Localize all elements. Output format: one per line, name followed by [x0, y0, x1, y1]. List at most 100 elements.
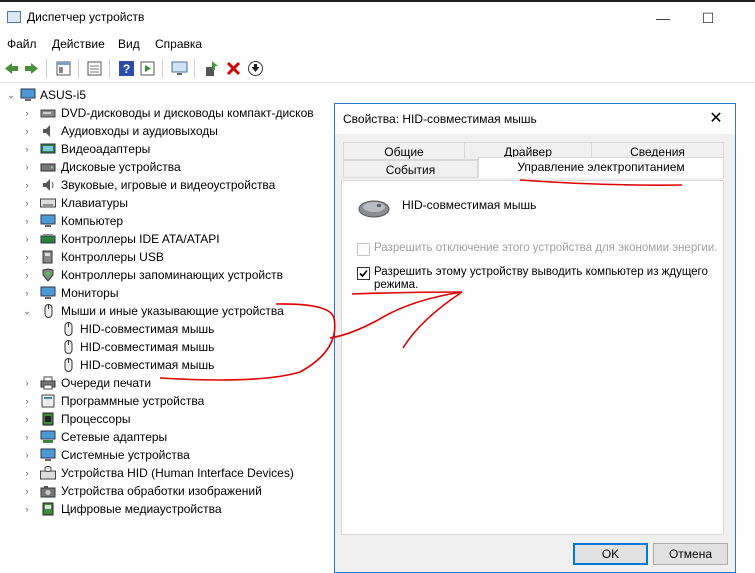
tree-item-mice[interactable]: ⌄ Мыши и иные указывающие устройства — [0, 302, 330, 320]
media-device-icon — [42, 502, 54, 516]
tree-item-label: Клавиатуры — [61, 196, 128, 210]
software-device-icon — [41, 394, 55, 408]
chevron-right-icon[interactable]: › — [22, 104, 32, 122]
title-bar: Диспетчер устройств — ☐ — [0, 2, 755, 33]
chevron-right-icon[interactable]: › — [22, 392, 32, 410]
tree-item-keyboards[interactable]: › Клавиатуры — [0, 194, 330, 212]
chevron-right-icon[interactable]: › — [22, 446, 32, 464]
download-driver-icon[interactable] — [247, 60, 264, 77]
tree-item-label: Устройства обработки изображений — [61, 484, 262, 498]
network-adapter-icon — [40, 430, 56, 443]
tree-item-computer[interactable]: › Компьютер — [0, 212, 330, 230]
tree-item-label: Сетевые адаптеры — [61, 430, 168, 444]
menu-file[interactable]: Файл — [7, 37, 37, 51]
tree-item-digital-media[interactable]: › Цифровые медиаустройства — [0, 500, 330, 518]
chevron-right-icon[interactable]: › — [22, 500, 32, 518]
chevron-right-icon[interactable]: › — [22, 464, 32, 482]
properties-icon[interactable] — [55, 60, 72, 77]
keyboard-icon — [40, 198, 56, 208]
tree-item-label: Дисковые устройства — [61, 160, 181, 174]
chevron-down-icon[interactable]: ⌄ — [6, 86, 16, 104]
chevron-right-icon[interactable]: › — [22, 122, 32, 140]
tree-item-usb[interactable]: › Контроллеры USB — [0, 248, 330, 266]
printer-icon — [40, 376, 56, 390]
update-list-icon[interactable] — [86, 60, 103, 77]
dialog-title-bar: Свойства: HID-совместимая мышь ✕ — [335, 104, 735, 134]
tab-events[interactable]: События — [343, 160, 478, 178]
usb-icon — [42, 250, 53, 264]
chevron-right-icon[interactable]: › — [22, 374, 32, 392]
chevron-right-icon[interactable]: › — [22, 176, 32, 194]
cancel-button[interactable]: Отмена — [653, 543, 728, 565]
tree-child-hid-mouse[interactable]: HID-совместимая мышь — [0, 320, 330, 338]
tree-item-print-queues[interactable]: › Очереди печати — [0, 374, 330, 392]
menu-bar: Файл Действие Вид Справка — [0, 34, 755, 54]
tree-child-hid-mouse[interactable]: HID-совместимая мышь — [0, 356, 330, 374]
mouse-icon — [358, 200, 390, 218]
remove-device-icon[interactable] — [225, 60, 242, 77]
tree-child-hid-mouse[interactable]: HID-совместимая мышь — [0, 338, 330, 356]
tree-item-label: Устройства HID (Human Interface Devices) — [61, 466, 294, 480]
computer-icon — [20, 88, 36, 101]
chevron-right-icon[interactable]: › — [22, 230, 32, 248]
enable-device-icon[interactable] — [203, 60, 220, 77]
help-icon[interactable]: ? — [118, 60, 135, 77]
tree-item-sound[interactable]: › Звуковые, игровые и видеоустройства — [0, 176, 330, 194]
tab-general[interactable]: Общие — [343, 142, 465, 160]
menu-help[interactable]: Справка — [155, 37, 202, 51]
ide-controller-icon — [40, 234, 56, 244]
tree-item-monitors[interactable]: › Мониторы — [0, 284, 330, 302]
tree-item-hid[interactable]: › Устройства HID (Human Interface Device… — [0, 464, 330, 482]
tree-item-display-adapters[interactable]: › Видеоадаптеры — [0, 140, 330, 158]
scan-monitor-icon[interactable] — [171, 60, 188, 77]
tree-item-audio-io[interactable]: › Аудиовходы и аудиовыходы — [0, 122, 330, 140]
forward-arrow-icon[interactable] — [23, 60, 40, 77]
toolbar: ? — [0, 55, 755, 83]
tree-item-ide[interactable]: › Контроллеры IDE ATA/ATAPI — [0, 230, 330, 248]
tree-item-label: Компьютер — [61, 214, 124, 228]
window-title: Диспетчер устройств — [27, 10, 145, 24]
allow-wake-checkbox[interactable] — [357, 267, 370, 280]
tree-item-label: Контроллеры запоминающих устройств — [61, 268, 283, 282]
chevron-right-icon[interactable]: › — [22, 194, 32, 212]
tree-item-disk-drives[interactable]: › Дисковые устройства — [0, 158, 330, 176]
chevron-right-icon[interactable]: › — [22, 158, 32, 176]
monitor-icon — [40, 286, 56, 299]
tree-item-label: Аудиовходы и аудиовыходы — [61, 124, 218, 138]
chevron-right-icon[interactable]: › — [22, 284, 32, 302]
chevron-right-icon[interactable]: › — [22, 266, 32, 284]
allow-wake-label[interactable]: Разрешить этому устройству выводить комп… — [374, 266, 719, 292]
tree-item-system-devices[interactable]: › Системные устройства — [0, 446, 330, 464]
tree-item-imaging-devices[interactable]: › Устройства обработки изображений — [0, 482, 330, 500]
tree-item-label: Контроллеры IDE ATA/ATAPI — [61, 232, 220, 246]
menu-action[interactable]: Действие — [52, 37, 105, 51]
chevron-right-icon[interactable]: › — [22, 248, 32, 266]
chevron-right-icon[interactable]: › — [22, 482, 32, 500]
action-icon[interactable] — [139, 60, 156, 77]
chevron-right-icon[interactable]: › — [22, 212, 32, 230]
ok-button[interactable]: OK — [573, 543, 648, 565]
dialog-close-button[interactable]: ✕ — [701, 107, 731, 131]
menu-view[interactable]: Вид — [118, 37, 140, 51]
chevron-down-icon[interactable]: ⌄ — [22, 302, 32, 320]
tree-root[interactable]: ⌄ ASUS-i5 — [0, 86, 330, 104]
tree-item-label: Звуковые, игровые и видеоустройства — [61, 178, 276, 192]
tab-power-management[interactable]: Управление электропитанием — [478, 157, 724, 178]
tree-child-label: HID-совместимая мышь — [80, 322, 215, 336]
tree-item-network-adapters[interactable]: › Сетевые адаптеры — [0, 428, 330, 446]
minimize-button[interactable]: — — [643, 6, 683, 30]
tree-item-software-devices[interactable]: › Программные устройства — [0, 392, 330, 410]
tree-item-dvd[interactable]: › DVD-дисководы и дисководы компакт-диск… — [0, 104, 330, 122]
chevron-right-icon[interactable]: › — [22, 410, 32, 428]
device-manager-icon — [7, 11, 21, 23]
chevron-right-icon[interactable]: › — [22, 140, 32, 158]
tree-item-label: DVD-дисководы и дисководы компакт-дисков — [61, 106, 314, 120]
tree-item-processors[interactable]: › Процессоры — [0, 410, 330, 428]
dvd-icon — [40, 109, 56, 118]
tree-item-label: Контроллеры USB — [61, 250, 164, 264]
power-management-panel: HID-совместимая мышь Разрешить отключени… — [341, 180, 724, 535]
back-arrow-icon[interactable] — [3, 60, 20, 77]
maximize-button[interactable]: ☐ — [688, 6, 728, 30]
tree-item-storage-controllers[interactable]: › Контроллеры запоминающих устройств — [0, 266, 330, 284]
chevron-right-icon[interactable]: › — [22, 428, 32, 446]
